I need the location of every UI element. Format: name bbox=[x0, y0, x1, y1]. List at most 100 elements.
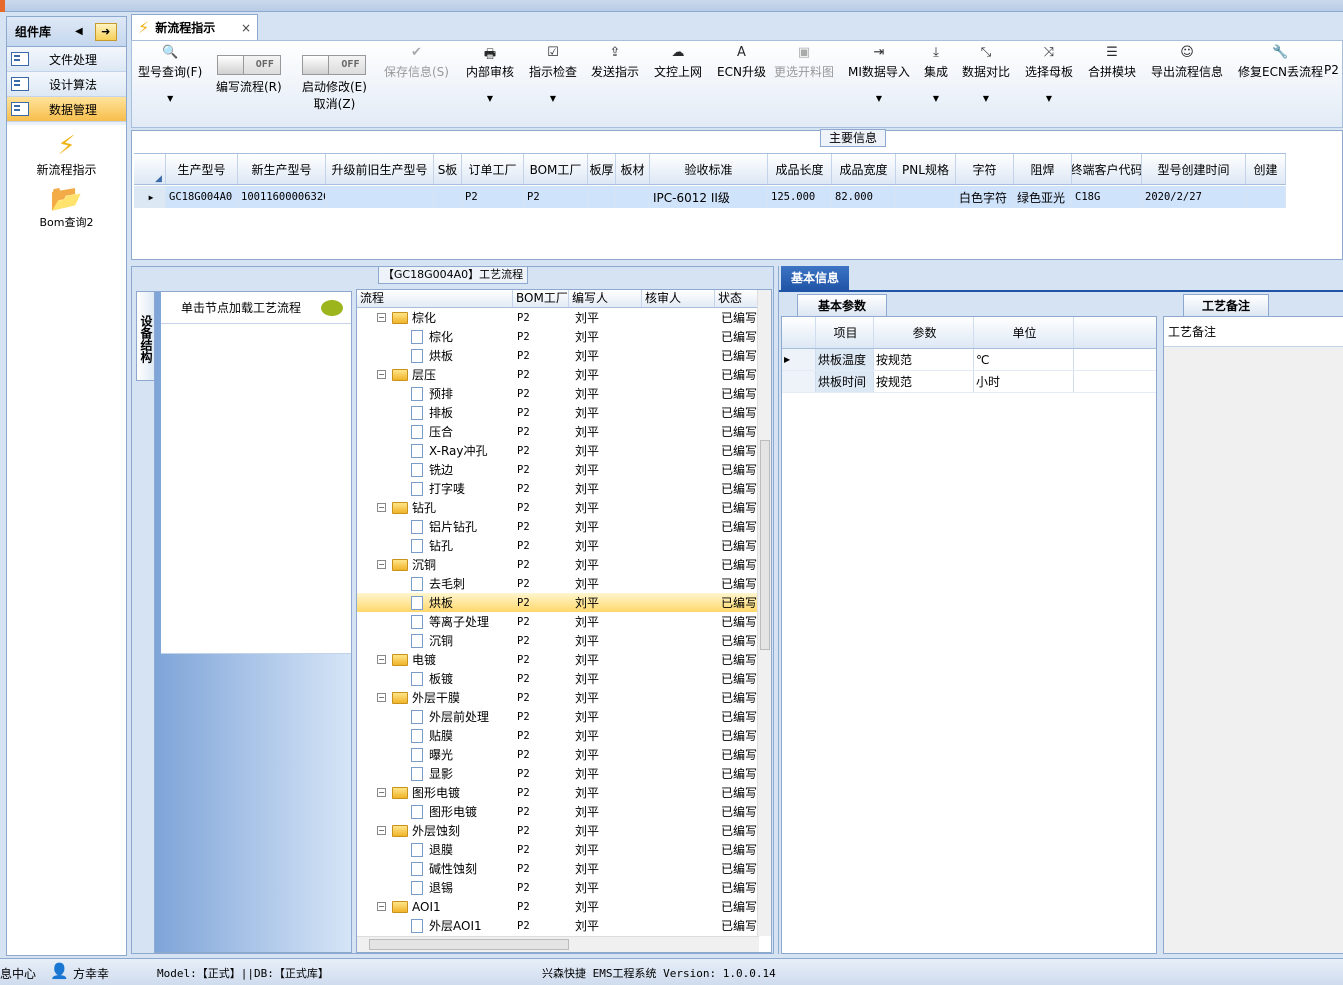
tree-node[interactable]: X-Ray冲孔 bbox=[357, 442, 513, 459]
tree-row[interactable]: 钻孔 P2 刘平 已编写 bbox=[357, 536, 771, 555]
toggle-switch[interactable]: OFF bbox=[302, 55, 367, 75]
sidebar-item-algorithm[interactable]: 设计算法 bbox=[7, 72, 126, 97]
tree-node[interactable]: 图形电镀 bbox=[357, 803, 513, 820]
row-indicator-icon[interactable]: ▶ bbox=[782, 349, 816, 370]
column-header[interactable]: 参数 bbox=[874, 317, 974, 348]
tree-row[interactable]: 棕化 P2 刘平 已编写 bbox=[357, 327, 771, 346]
tree-node[interactable]: 板镀 bbox=[357, 670, 513, 687]
tree-row[interactable]: 烘板 P2 刘平 已编写 bbox=[357, 346, 771, 365]
tab-new-flow[interactable]: ⚡ 新流程指示 × bbox=[131, 14, 258, 40]
speech-bubble-icon[interactable] bbox=[321, 299, 343, 316]
dropdown-arrow-icon[interactable]: ▼ bbox=[924, 94, 948, 103]
table-cell[interactable]: P2 bbox=[524, 186, 588, 208]
tree-node[interactable]: − 层压 bbox=[357, 366, 513, 383]
tree-node[interactable]: 外层前处理 bbox=[357, 708, 513, 725]
toggle-switch[interactable]: OFF bbox=[216, 55, 281, 75]
collapse-left-icon[interactable]: ◀ bbox=[75, 26, 83, 37]
internal-review-button[interactable]: 🖶 内部审核 ▼ bbox=[466, 45, 514, 103]
tree-node[interactable]: − 钻孔 bbox=[357, 499, 513, 516]
tree-row[interactable]: X-Ray冲孔 P2 刘平 已编写 bbox=[357, 441, 771, 460]
tree-row[interactable]: 板镀 P2 刘平 已编写 bbox=[357, 669, 771, 688]
column-header[interactable]: 项目 bbox=[816, 317, 874, 348]
tree-row[interactable]: 外层AOI1 P2 刘平 已编写 bbox=[357, 916, 771, 935]
table-cell[interactable]: 82.000 bbox=[832, 186, 896, 208]
table-cell[interactable]: 小时 bbox=[974, 371, 1074, 392]
tree-row[interactable]: 碱性蚀刻 P2 刘平 已编写 bbox=[357, 859, 771, 878]
tree-node[interactable]: 排板 bbox=[357, 404, 513, 421]
tree-row[interactable]: 打字唛 P2 刘平 已编写 bbox=[357, 479, 771, 498]
tree-row[interactable]: 等离子处理 P2 刘平 已编写 bbox=[357, 612, 771, 631]
write-flow-toggle[interactable]: OFF 编写流程(R) bbox=[216, 55, 282, 95]
repair-ecn-button[interactable]: 🔧 修复ECN丢流程 bbox=[1238, 45, 1323, 80]
tree-node[interactable]: 铝片钻孔 bbox=[357, 518, 513, 535]
tree-row[interactable]: − 外层干膜 P2 刘平 已编写 bbox=[357, 688, 771, 707]
scroll-thumb[interactable] bbox=[369, 939, 569, 950]
tree-node[interactable]: 预排 bbox=[357, 385, 513, 402]
tree-row[interactable]: − 棕化 P2 刘平 已编写 bbox=[357, 308, 771, 327]
table-cell[interactable]: 白色字符 bbox=[956, 186, 1014, 208]
tree-row[interactable]: 曝光 P2 刘平 已编写 bbox=[357, 745, 771, 764]
horizontal-scrollbar[interactable] bbox=[357, 936, 759, 952]
model-query-button[interactable]: 🔍 型号查询(F) ▼ bbox=[138, 45, 202, 103]
tree-node[interactable]: 铣边 bbox=[357, 461, 513, 478]
tree-row[interactable]: 预排 P2 刘平 已编写 bbox=[357, 384, 771, 403]
table-cell[interactable]: P2 bbox=[462, 186, 524, 208]
tree-row[interactable]: 退膜 P2 刘平 已编写 bbox=[357, 840, 771, 859]
column-header[interactable]: 字符 bbox=[956, 154, 1014, 184]
table-cell[interactable]: 10011600006326 bbox=[238, 186, 326, 208]
column-header[interactable]: 型号创建时间 bbox=[1142, 154, 1246, 184]
tree-node[interactable]: 棕化 bbox=[357, 328, 513, 345]
tree-node[interactable]: 曝光 bbox=[357, 746, 513, 763]
tree-node[interactable]: 退膜 bbox=[357, 841, 513, 858]
tree-row[interactable]: 压合 P2 刘平 已编写 bbox=[357, 422, 771, 441]
tree-row[interactable]: 排板 P2 刘平 已编写 bbox=[357, 403, 771, 422]
column-header[interactable]: BOM工厂 bbox=[524, 154, 588, 184]
p2-button[interactable]: P2 bbox=[1324, 45, 1339, 77]
merge-module-button[interactable]: ☰ 合拼模块 bbox=[1088, 45, 1136, 80]
table-cell[interactable]: 按规范 bbox=[874, 371, 974, 392]
tree-row[interactable]: − AOI1 P2 刘平 已编写 bbox=[357, 897, 771, 916]
select-cutting-button[interactable]: ▣ 更选开料图 bbox=[774, 45, 834, 80]
column-header[interactable]: PNL规格 bbox=[896, 154, 956, 184]
tree-node[interactable]: − 沉铜 bbox=[357, 556, 513, 573]
tree-node[interactable]: 压合 bbox=[357, 423, 513, 440]
tool-bom-query[interactable]: 📂 Bom查询2 bbox=[7, 184, 126, 230]
tree-node[interactable]: 去毛刺 bbox=[357, 575, 513, 592]
close-icon[interactable]: × bbox=[241, 21, 251, 35]
column-header[interactable]: 阻焊 bbox=[1014, 154, 1072, 184]
tree-node[interactable]: − AOI1 bbox=[357, 900, 513, 914]
table-cell[interactable] bbox=[616, 186, 650, 208]
row-indicator-icon[interactable] bbox=[782, 371, 816, 392]
dropdown-arrow-icon[interactable]: ▼ bbox=[1025, 94, 1073, 103]
tree-node[interactable]: 等离子处理 bbox=[357, 613, 513, 630]
column-header[interactable]: 新生产型号 bbox=[238, 154, 326, 184]
table-cell[interactable] bbox=[1246, 186, 1286, 208]
tree-node[interactable]: 打字唛 bbox=[357, 480, 513, 497]
mi-import-button[interactable]: ⇥ MI数据导入 ▼ bbox=[848, 45, 910, 103]
tree-row[interactable]: 铝片钻孔 P2 刘平 已编写 bbox=[357, 517, 771, 536]
tab-equipment-structure[interactable]: 设备结构 bbox=[136, 291, 156, 381]
table-cell[interactable]: 绿色亚光 bbox=[1014, 186, 1072, 208]
tab-basic-params[interactable]: 基本参数 bbox=[797, 294, 887, 316]
tree-row[interactable]: 显影 P2 刘平 已编写 bbox=[357, 764, 771, 783]
tree-node[interactable]: − 外层干膜 bbox=[357, 689, 513, 706]
tree-row[interactable]: 贴膜 P2 刘平 已编写 bbox=[357, 726, 771, 745]
collapse-icon[interactable]: − bbox=[377, 826, 386, 835]
dropdown-arrow-icon[interactable]: ▼ bbox=[962, 94, 1010, 103]
tree-node[interactable]: 沉铜 bbox=[357, 632, 513, 649]
integrate-button[interactable]: ⤓ 集成 ▼ bbox=[924, 45, 948, 103]
table-row[interactable]: ▶ 烘板温度 按规范 ℃ bbox=[782, 349, 1156, 371]
tree-row[interactable]: 退锡 P2 刘平 已编写 bbox=[357, 878, 771, 897]
tree-node[interactable]: 退锡 bbox=[357, 879, 513, 896]
collapse-icon[interactable]: − bbox=[377, 503, 386, 512]
collapse-icon[interactable]: − bbox=[377, 313, 386, 322]
tree-node[interactable]: − 电镀 bbox=[357, 651, 513, 668]
tree-node[interactable]: 外层AOI1 bbox=[357, 917, 513, 934]
column-header[interactable]: 订单工厂 bbox=[462, 154, 524, 184]
sidebar-item-data[interactable]: 数据管理 bbox=[7, 97, 126, 122]
table-cell[interactable] bbox=[434, 186, 462, 208]
tree-row[interactable]: − 电镀 P2 刘平 已编写 bbox=[357, 650, 771, 669]
table-row[interactable]: ▶ GC18G004A0 10011600006326 P2 P2 IPC-6012 II… bbox=[134, 186, 1286, 208]
collapse-icon[interactable]: − bbox=[377, 560, 386, 569]
vertical-scrollbar[interactable] bbox=[757, 290, 771, 936]
